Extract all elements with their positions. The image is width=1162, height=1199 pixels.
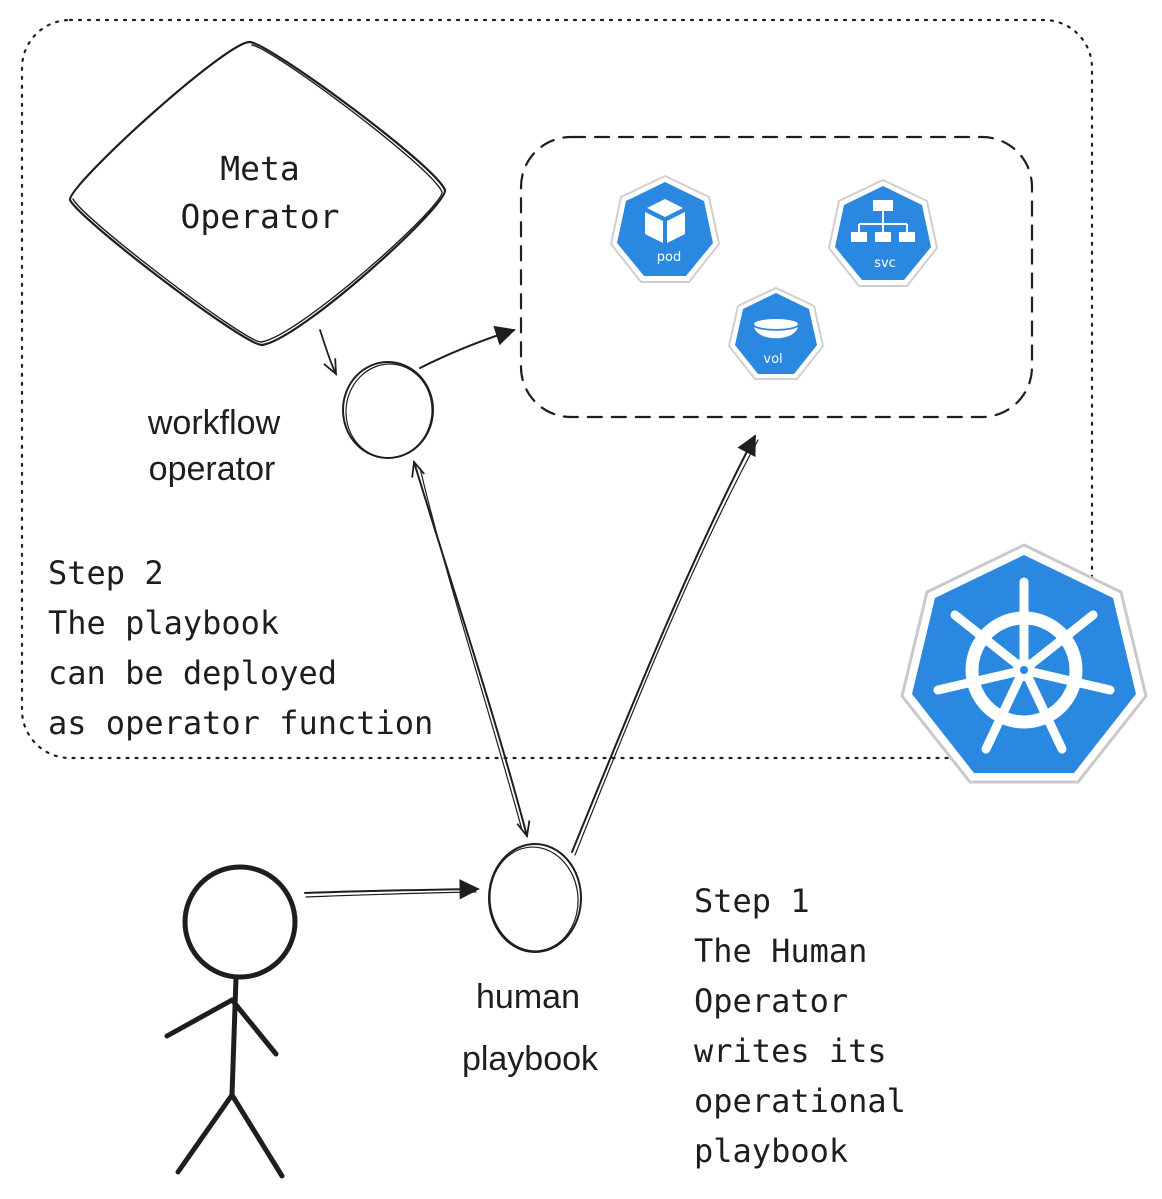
step1-line4: operational [694,1082,906,1120]
arrow-playbook-workflow-bidirectional [414,462,527,836]
step2-note: Step 2 The playbook can be deployed as o… [48,554,433,742]
workflow-operator-label-line1: workflow [147,404,281,442]
arrow-workflow-to-resources [419,325,516,369]
architecture-diagram: Meta Operator workflow operator human pl… [20,18,1148,1179]
kubernetes-logo [900,543,1148,784]
meta-operator-node: Meta Operator [68,40,447,347]
step1-line3: writes its [694,1032,887,1070]
meta-operator-label-line2: Operator [181,197,340,236]
meta-operator-label-line1: Meta [220,149,299,188]
vol-icon: vol [727,286,825,380]
step2-title: Step 2 [48,554,164,592]
workflow-operator-node [342,361,434,459]
human-playbook-label-line1: human [476,978,580,1016]
workflow-operator-label-line2: operator [149,450,276,488]
step2-line3: as operator function [48,704,433,742]
connector-arrows [304,325,759,900]
step1-line2: Operator [694,982,848,1020]
step2-line2: can be deployed [48,654,337,692]
step1-title: Step 1 [694,882,810,920]
svc-icon: svc [827,178,939,287]
step2-line1: The playbook [48,604,279,642]
svc-label: svc [874,256,896,271]
step1-line1: The Human [694,932,867,970]
pod-icon: pod [609,174,721,283]
stick-figure-icon [164,864,298,1179]
arrow-meta-to-workflow [319,329,336,374]
step1-line5: playbook [694,1132,848,1170]
step1-note: Step 1 The Human Operator writes its ope… [694,882,906,1170]
human-playbook-label-line2: playbook [462,1040,599,1078]
pod-label: pod [657,250,681,265]
human-playbook-node [488,843,582,953]
vol-label: vol [763,352,782,367]
